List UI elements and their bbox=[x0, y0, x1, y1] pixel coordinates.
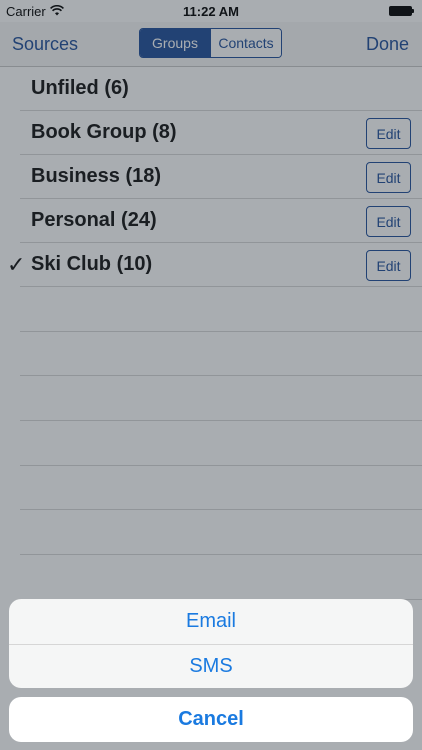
cancel-button[interactable]: Cancel bbox=[9, 697, 413, 742]
action-sheet: Email SMS bbox=[9, 599, 413, 688]
email-action-button[interactable]: Email bbox=[9, 599, 413, 644]
sms-action-button[interactable]: SMS bbox=[9, 643, 413, 689]
app-screen: Carrier 11:22 AM Sources Groups Contacts… bbox=[0, 0, 422, 750]
